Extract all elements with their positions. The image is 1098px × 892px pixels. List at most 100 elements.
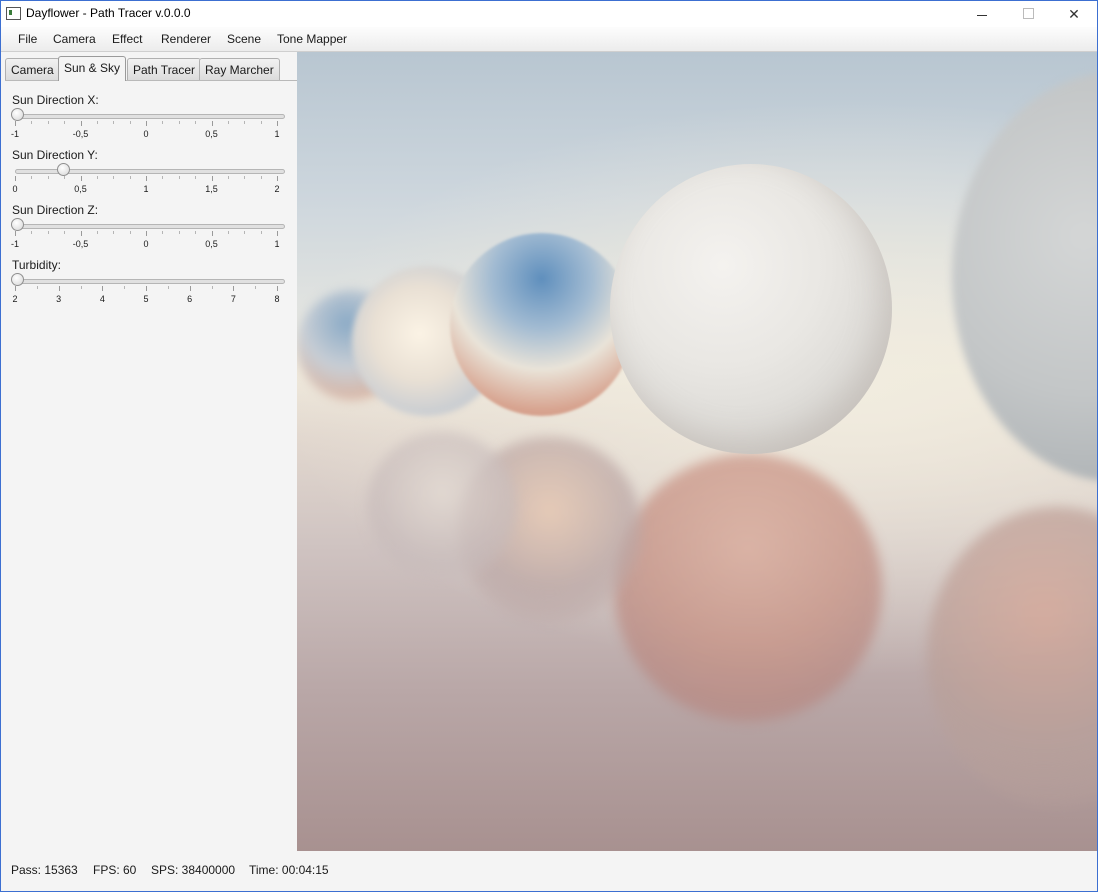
major-tick [102, 286, 104, 291]
slider-label: Sun Direction Y: [12, 148, 98, 162]
minor-tick [96, 231, 98, 234]
tab-sun-sky[interactable]: Sun & Sky [58, 56, 127, 81]
major-tick [15, 176, 16, 181]
status-pass: Pass: 15363 [11, 863, 78, 877]
slider-thumb[interactable] [56, 163, 70, 176]
tab-path-tracer[interactable]: Path Tracer [127, 58, 202, 80]
sphere-near-right [952, 72, 1097, 482]
major-tick [15, 231, 16, 236]
major-tick [277, 286, 278, 291]
status-time: Time: 00:04:15 [249, 863, 329, 877]
minor-tick [36, 286, 38, 289]
major-tick [80, 121, 82, 126]
render-viewport[interactable] [297, 52, 1097, 851]
major-tick [277, 176, 278, 181]
slider-track[interactable] [15, 279, 285, 284]
menu-camera[interactable]: Camera [53, 32, 96, 46]
slider-label: Sun Direction X: [12, 93, 99, 107]
tick-label: -1 [10, 129, 20, 139]
app-icon [6, 7, 21, 20]
tick-label: 0 [143, 239, 149, 249]
title-bar[interactable]: Dayflower - Path Tracer v.0.0.0 ✕ [1, 1, 1097, 27]
tick-label: 0,5 [205, 129, 218, 139]
major-tick [80, 176, 82, 181]
minor-tick [96, 176, 98, 179]
minor-tick [162, 121, 164, 124]
tick-label: 7 [230, 294, 236, 304]
minor-tick [260, 176, 262, 179]
tick-label: -0,5 [72, 239, 89, 249]
menu-effect[interactable]: Effect [112, 32, 142, 46]
major-tick [15, 121, 16, 126]
minor-tick [31, 231, 33, 234]
major-tick [58, 286, 60, 291]
tick-label: 1 [143, 184, 149, 194]
minor-tick [244, 176, 246, 179]
slider-thumb[interactable] [11, 218, 24, 231]
slider-track[interactable] [15, 169, 285, 174]
minor-tick [227, 176, 229, 179]
tick-label: -1 [10, 239, 20, 249]
maximize-button[interactable] [1005, 1, 1051, 27]
minimize-icon [977, 14, 987, 16]
tab-camera[interactable]: Camera [5, 58, 60, 80]
menu-file[interactable]: File [18, 32, 37, 46]
menu-bar: File Camera Effect Renderer Scene Tone M… [1, 27, 1097, 52]
minor-tick [129, 121, 131, 124]
close-button[interactable]: ✕ [1051, 1, 1097, 27]
slider-label: Turbidity: [12, 258, 61, 272]
status-bar: Pass: 15363 FPS: 60 SPS: 38400000 Time: … [1, 851, 1097, 891]
minor-tick [195, 121, 197, 124]
menu-tone-mapper[interactable]: Tone Mapper [277, 32, 347, 46]
tick-label: 0 [143, 129, 149, 139]
menu-renderer[interactable]: Renderer [161, 32, 211, 46]
app-window: Dayflower - Path Tracer v.0.0.0 ✕ File C… [0, 0, 1098, 892]
minor-tick [124, 286, 126, 289]
major-tick [80, 231, 82, 236]
tick-label: -0,5 [72, 129, 89, 139]
minor-tick [260, 121, 262, 124]
minor-tick [255, 286, 257, 289]
slider-track[interactable] [15, 114, 285, 119]
maximize-icon [1022, 8, 1034, 20]
tick-label: 4 [99, 294, 105, 304]
slider-track[interactable] [15, 224, 285, 229]
minor-tick [178, 231, 180, 234]
minor-tick [113, 121, 115, 124]
minor-tick [162, 176, 164, 179]
minor-tick [47, 121, 49, 124]
minor-tick [47, 176, 49, 179]
sphere-reflection [367, 432, 517, 582]
tick-label: 6 [187, 294, 193, 304]
slider-thumb[interactable] [11, 273, 24, 286]
major-tick [277, 231, 278, 236]
major-tick [146, 121, 147, 126]
menu-scene[interactable]: Scene [227, 32, 261, 46]
tick-label: 2 [274, 184, 280, 194]
major-tick [146, 176, 147, 181]
major-tick [277, 121, 278, 126]
minor-tick [227, 231, 229, 234]
minimize-button[interactable] [959, 1, 1005, 27]
minor-tick [64, 176, 66, 179]
slider-thumb[interactable] [11, 108, 24, 121]
minor-tick [244, 121, 246, 124]
major-tick [189, 286, 191, 291]
sphere-chrome [450, 233, 633, 416]
close-icon: ✕ [1068, 6, 1080, 22]
minor-tick [113, 176, 115, 179]
minor-tick [178, 121, 180, 124]
slider-ticks [15, 176, 285, 182]
minor-tick [178, 176, 180, 179]
major-tick [211, 176, 213, 181]
minor-tick [195, 231, 197, 234]
tab-ray-marcher[interactable]: Ray Marcher [199, 58, 280, 80]
minor-tick [195, 176, 197, 179]
tick-label: 1 [274, 129, 280, 139]
status-sps: SPS: 38400000 [151, 863, 236, 877]
tick-label: 0,5 [205, 239, 218, 249]
minor-tick [129, 231, 131, 234]
sphere-reflection [614, 454, 882, 722]
tick-label: 5 [143, 294, 149, 304]
slider-label: Sun Direction Z: [12, 203, 99, 217]
